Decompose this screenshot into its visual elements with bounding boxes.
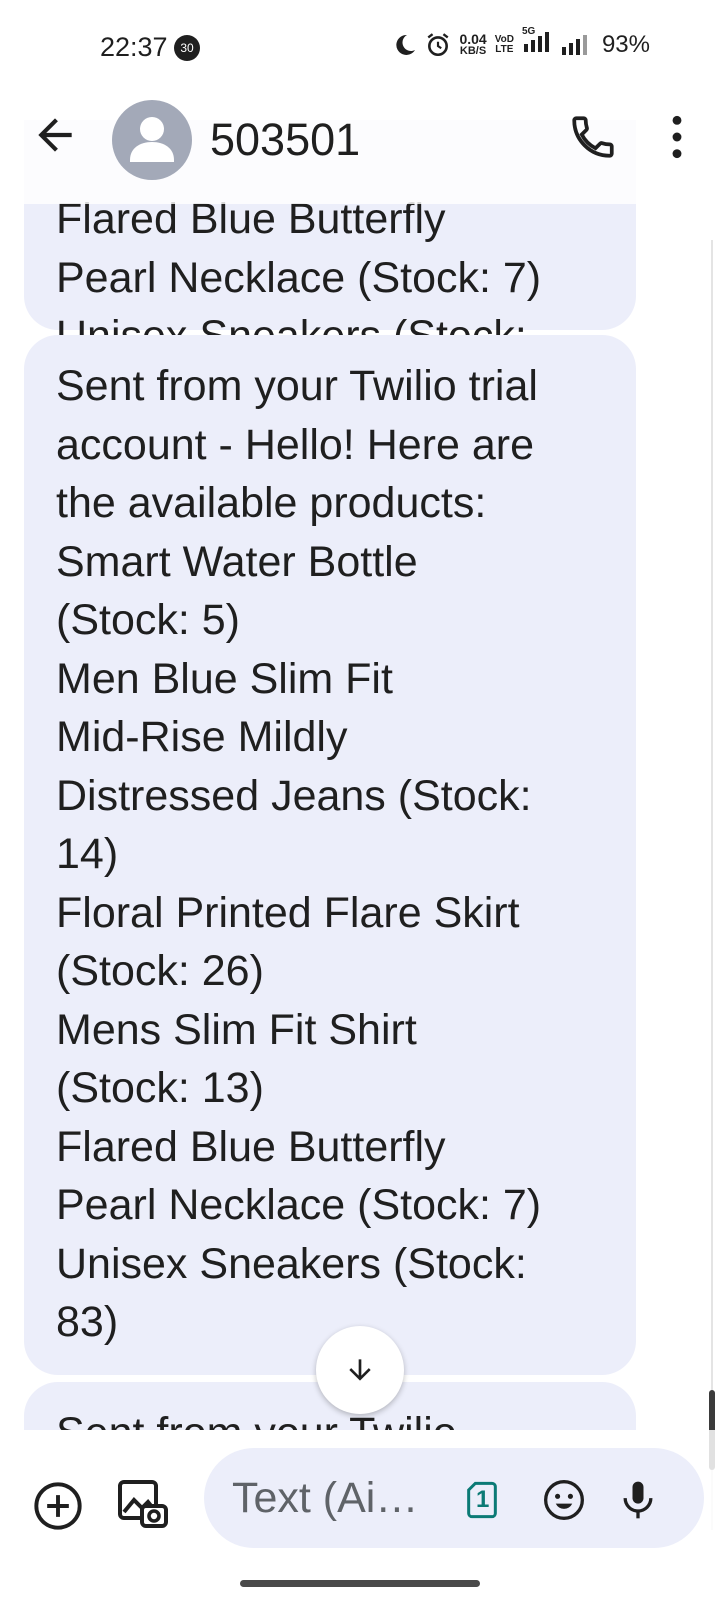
home-indicator[interactable] bbox=[240, 1580, 480, 1587]
status-time: 22:37 bbox=[100, 32, 168, 62]
add-circle-icon[interactable] bbox=[32, 1480, 84, 1532]
compose-text-field[interactable]: 1 bbox=[204, 1448, 704, 1548]
notification-count-badge: 30 bbox=[174, 35, 200, 61]
scrollbar-track bbox=[711, 240, 713, 1530]
volte-indicator: VoD LTE bbox=[494, 33, 514, 55]
sim-number: 1 bbox=[476, 1486, 490, 1513]
signal-bars-icon bbox=[561, 34, 587, 55]
more-vert-icon[interactable] bbox=[662, 112, 692, 162]
compose-bar: 1 bbox=[0, 1430, 720, 1600]
contact-name[interactable]: 503501 bbox=[210, 114, 360, 166]
message-input[interactable] bbox=[232, 1472, 442, 1524]
status-bar: 22:37 30 0.04 KB/S VoD LTE 5G 93% bbox=[0, 0, 720, 96]
contact-avatar[interactable] bbox=[112, 100, 192, 180]
battery-percentage: 93% bbox=[601, 30, 650, 58]
signal-5g-icon: 5G bbox=[522, 26, 552, 59]
do-not-disturb-moon-icon bbox=[396, 34, 416, 55]
alarm-icon bbox=[427, 32, 449, 56]
status-icons: 0.04 KB/S VoD LTE 5G 93% bbox=[393, 26, 650, 59]
message-bubble[interactable]: Sent from your Twilio trial account - He… bbox=[24, 335, 636, 1375]
phone-icon[interactable] bbox=[568, 112, 618, 162]
network-speed: 0.04 KB/S bbox=[459, 31, 487, 57]
gallery-icon[interactable] bbox=[114, 1476, 170, 1532]
mic-icon[interactable] bbox=[616, 1476, 660, 1524]
back-arrow-icon[interactable] bbox=[30, 110, 80, 160]
scroll-to-bottom-button[interactable] bbox=[316, 1326, 404, 1414]
emoji-icon[interactable] bbox=[542, 1478, 586, 1522]
conversation-view[interactable]: Flared Blue Butterfly Pearl Necklace (St… bbox=[0, 0, 720, 1430]
avatar-person-icon bbox=[130, 117, 174, 162]
sim-selector-button[interactable]: 1 bbox=[462, 1480, 502, 1520]
arrow-down-icon bbox=[349, 1359, 371, 1381]
